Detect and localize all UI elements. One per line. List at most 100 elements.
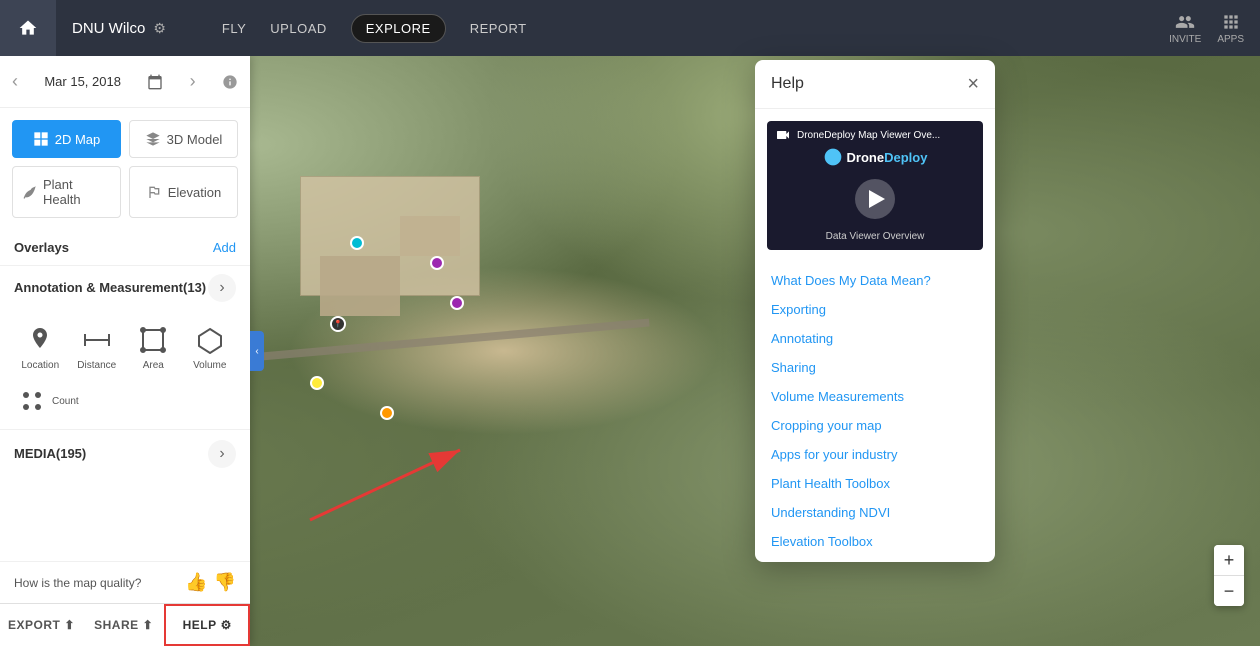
play-circle[interactable] [855,179,895,219]
area-icon [137,324,169,356]
share-button[interactable]: SHARE ⬆ [83,604,165,646]
annotation-expand[interactable]: › [208,274,236,302]
view-plant-label: Plant Health [43,177,112,207]
location-label: Location [21,360,59,371]
media-count: (195) [56,446,86,461]
export-label: EXPORT [8,618,60,632]
annotation-label-group: Annotation & Measurement(13) [14,279,206,297]
project-gear-icon[interactable]: ⚙ [153,20,166,37]
bottom-actions: EXPORT ⬆ SHARE ⬆ HELP ⚙ [0,603,250,646]
help-link-4[interactable]: Volume Measurements [755,382,995,411]
date-prev[interactable]: ‹ [12,71,18,92]
nav-fly[interactable]: FLY [222,21,246,36]
help-link-2[interactable]: Annotating [755,324,995,353]
help-links-list: What Does My Data Mean? Exporting Annota… [755,262,995,562]
calendar-icon[interactable] [147,74,163,90]
overlays-label: Overlays [14,240,69,255]
count-label: Count [52,396,79,407]
media-label-group: MEDIA(195) [14,445,86,463]
nav-upload[interactable]: UPLOAD [270,21,326,36]
play-triangle [869,190,885,208]
distance-icon [81,324,113,356]
video-thumbnail[interactable]: DroneDeploy Map Viewer Ove... DroneDeplo… [767,121,983,250]
view-plant-health[interactable]: Plant Health [12,166,121,218]
help-button[interactable]: HELP ⚙ [164,604,250,646]
project-name-area: DNU Wilco ⚙ [56,20,182,37]
distance-label: Distance [77,360,116,371]
sidebar: ‹ Mar 15, 2018 › 2D Map 3D Model Plant H… [0,56,250,646]
quality-thumbs-down[interactable]: 👎 [214,572,236,593]
volume-icon [194,324,226,356]
help-link-5[interactable]: Cropping your map [755,411,995,440]
view-2d-map[interactable]: 2D Map [12,120,121,158]
date-next[interactable]: › [190,71,196,92]
modal-title: Help [771,75,804,93]
map-marker-purple-2[interactable] [450,296,464,310]
location-icon [24,324,56,356]
area-tool[interactable]: Area [127,318,180,377]
map-marker-teal-1[interactable] [350,236,364,250]
help-modal: Help × DroneDeploy Map Viewer Ove... Dro… [755,60,995,562]
video-subtitle: Data Viewer Overview [767,227,983,250]
home-button[interactable] [0,0,56,56]
view-elevation-label: Elevation [168,185,221,200]
date-display: Mar 15, 2018 [44,74,121,89]
project-name: DNU Wilco [72,20,145,37]
help-link-1[interactable]: Exporting [755,295,995,324]
video-label: DroneDeploy Map Viewer Ove... [797,130,940,141]
volume-tool[interactable]: Volume [184,318,237,377]
distance-tool[interactable]: Distance [71,318,124,377]
help-link-0[interactable]: What Does My Data Mean? [755,266,995,295]
quality-row: How is the map quality? 👍 👎 [0,561,250,603]
overlays-section: Overlays Add [0,230,250,265]
nav-links: FLY UPLOAD EXPLORE REPORT [222,14,527,43]
view-3d-label: 3D Model [167,132,223,147]
tools-grid: Location Distance Area Volume [0,310,250,381]
sidebar-collapse[interactable]: ‹ [250,331,264,371]
view-3d-model[interactable]: 3D Model [129,120,238,158]
quality-thumbs-up[interactable]: 👍 [185,572,207,593]
location-tool[interactable]: Location [14,318,67,377]
nav-explore[interactable]: EXPLORE [351,14,446,43]
export-button[interactable]: EXPORT ⬆ [0,604,83,646]
map-marker-yellow-1[interactable] [310,376,324,390]
help-link-8[interactable]: Understanding NDVI [755,498,995,527]
count-icon [18,387,46,415]
quality-label: How is the map quality? [14,576,141,590]
info-icon[interactable] [222,74,238,90]
date-bar: ‹ Mar 15, 2018 › [0,56,250,108]
map-marker-dark-1[interactable]: 📍 [330,316,346,332]
help-link-6[interactable]: Apps for your industry [755,440,995,469]
annotation-label: Annotation & Measurement [14,280,183,295]
help-link-10[interactable]: 3D Point Cloud [755,556,995,562]
help-link-3[interactable]: Sharing [755,353,995,382]
add-overlay-button[interactable]: Add [213,240,236,255]
view-elevation[interactable]: Elevation [129,166,238,218]
volume-label: Volume [193,360,226,371]
share-label: SHARE [94,618,139,632]
modal-close-button[interactable]: × [967,74,979,94]
export-icon: ⬆ [64,618,75,632]
help-link-7[interactable]: Plant Health Toolbox [755,469,995,498]
media-row: MEDIA(195) › [0,429,250,478]
map-marker-orange-1[interactable] [380,406,394,420]
annotation-count: (13) [183,280,206,295]
area-label: Area [143,360,164,371]
help-icon: ⚙ [221,618,232,632]
media-expand[interactable]: › [208,440,236,468]
view-modes: 2D Map 3D Model Plant Health Elevation [0,108,250,230]
share-icon: ⬆ [143,618,154,632]
map-marker-purple-1[interactable] [430,256,444,270]
modal-header: Help × [755,60,995,109]
quality-buttons: 👍 👎 [185,572,236,593]
annotation-row: Annotation & Measurement(13) › [0,265,250,310]
count-tool[interactable]: Count [14,381,83,421]
help-link-9[interactable]: Elevation Toolbox [755,527,995,556]
view-2d-label: 2D Map [55,132,101,147]
video-icon [775,127,791,143]
help-label: HELP [183,618,217,632]
media-label: MEDIA [14,446,56,461]
drone-deploy-logo: DroneDeploy [767,143,983,171]
play-button-area[interactable] [767,171,983,227]
modal-overlay: Help × DroneDeploy Map Viewer Ove... Dro… [490,0,1260,646]
